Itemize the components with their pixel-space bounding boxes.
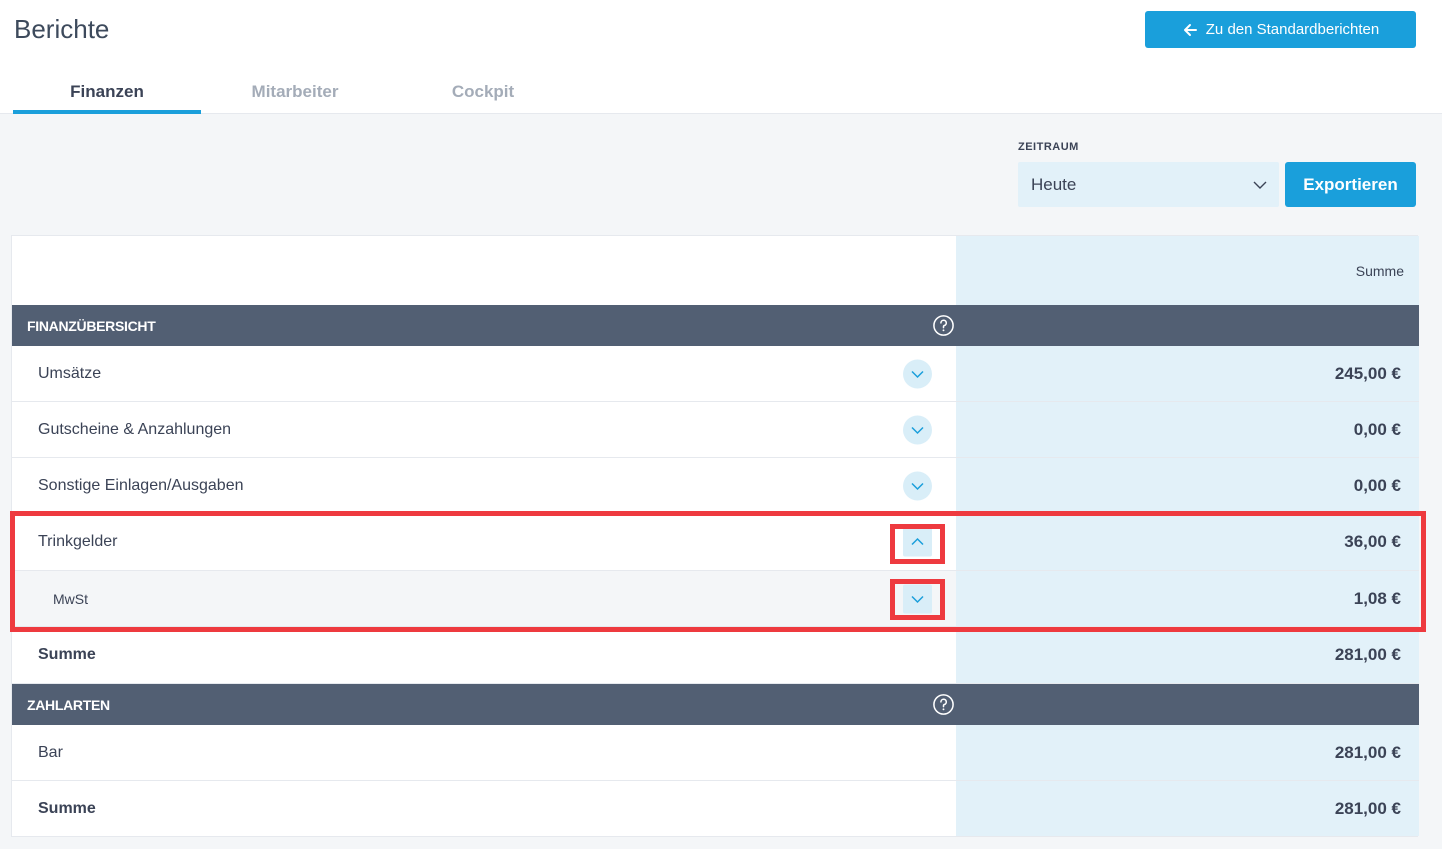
row-label: Bar [38,743,63,761]
row-label: Umsätze [38,364,102,382]
top-bar: Berichte Zu den Standardberichten Finanz… [0,0,1442,114]
table-row-gutscheine: Gutscheine & Anzahlungen 0,00 € [12,402,1419,458]
help-icon[interactable] [932,693,955,716]
arrow-left-icon [1183,23,1197,36]
section-header-finanzuebersicht: FINANZÜBERSICHT [12,305,1419,346]
table-row-mwst: MwSt 1,08 € [12,571,1419,627]
section-header-zahlarten: ZAHLARTEN [12,684,1419,725]
section-title: FINANZÜBERSICHT [27,317,156,334]
expand-toggle[interactable] [903,471,932,500]
row-label: Sonstige Einlagen/Ausgaben [38,476,244,494]
page-title: Berichte [14,14,110,44]
row-label: Summe [38,800,96,817]
tab-label: Mitarbeiter [251,82,339,101]
tab-label: Finanzen [70,82,144,101]
row-value: 0,00 € [1353,419,1401,439]
expand-toggle[interactable] [903,584,932,613]
column-header-summe: Summe [1355,262,1404,279]
chevron-down-icon [911,370,924,378]
table-row-umsaetze: Umsätze 245,00 € [12,346,1419,402]
back-to-standard-reports-button[interactable]: Zu den Standardberichten [1145,11,1416,48]
collapse-toggle[interactable] [903,527,932,557]
row-value: 281,00 € [1334,799,1401,818]
back-button-label: Zu den Standardberichten [1205,21,1380,38]
chevron-down-icon [911,595,924,603]
period-select[interactable]: Heute [1018,162,1279,207]
report-table: Summe FINANZÜBERSICHT Umsätze 245,00 € G… [11,235,1419,837]
table-row-sonstige: Sonstige Einlagen/Ausgaben 0,00 € [12,458,1419,514]
export-button[interactable]: Exportieren [1285,162,1416,207]
tab-label: Cockpit [451,82,515,101]
help-icon[interactable] [932,314,955,337]
expand-toggle[interactable] [903,415,932,444]
table-row-trinkgelder: Trinkgelder 36,00 € [12,514,1419,571]
chevron-up-icon [911,537,924,546]
chevron-down-icon [1253,181,1267,189]
row-label: Trinkgelder [38,533,118,550]
table-header-row: Summe [12,236,1419,305]
chevron-down-icon [911,482,924,490]
tab-cockpit[interactable]: Cockpit [389,70,577,114]
row-value: 245,00 € [1334,363,1401,383]
row-label: Gutscheine & Anzahlungen [38,420,232,438]
row-label: Summe [38,646,96,663]
chevron-down-icon [911,426,924,434]
row-label: MwSt [53,590,88,607]
period-selected-value: Heute [1031,174,1077,194]
row-value: 281,00 € [1334,742,1401,762]
period-label: ZEITRAUM [1018,141,1079,153]
row-value: 1,08 € [1353,588,1401,608]
tab-mitarbeiter[interactable]: Mitarbeiter [201,70,389,114]
tab-finanzen[interactable]: Finanzen [13,70,201,114]
row-value: 36,00 € [1344,532,1401,551]
row-value: 0,00 € [1353,475,1401,495]
section-title: ZAHLARTEN [27,696,110,713]
row-value: 281,00 € [1334,645,1401,664]
table-row-bar: Bar 281,00 € [12,725,1419,781]
table-row-summe: Summe 281,00 € [12,781,1419,837]
expand-toggle[interactable] [903,359,932,388]
table-row-summe: Summe 281,00 € [12,627,1419,684]
sum-cell-background [956,571,1419,626]
